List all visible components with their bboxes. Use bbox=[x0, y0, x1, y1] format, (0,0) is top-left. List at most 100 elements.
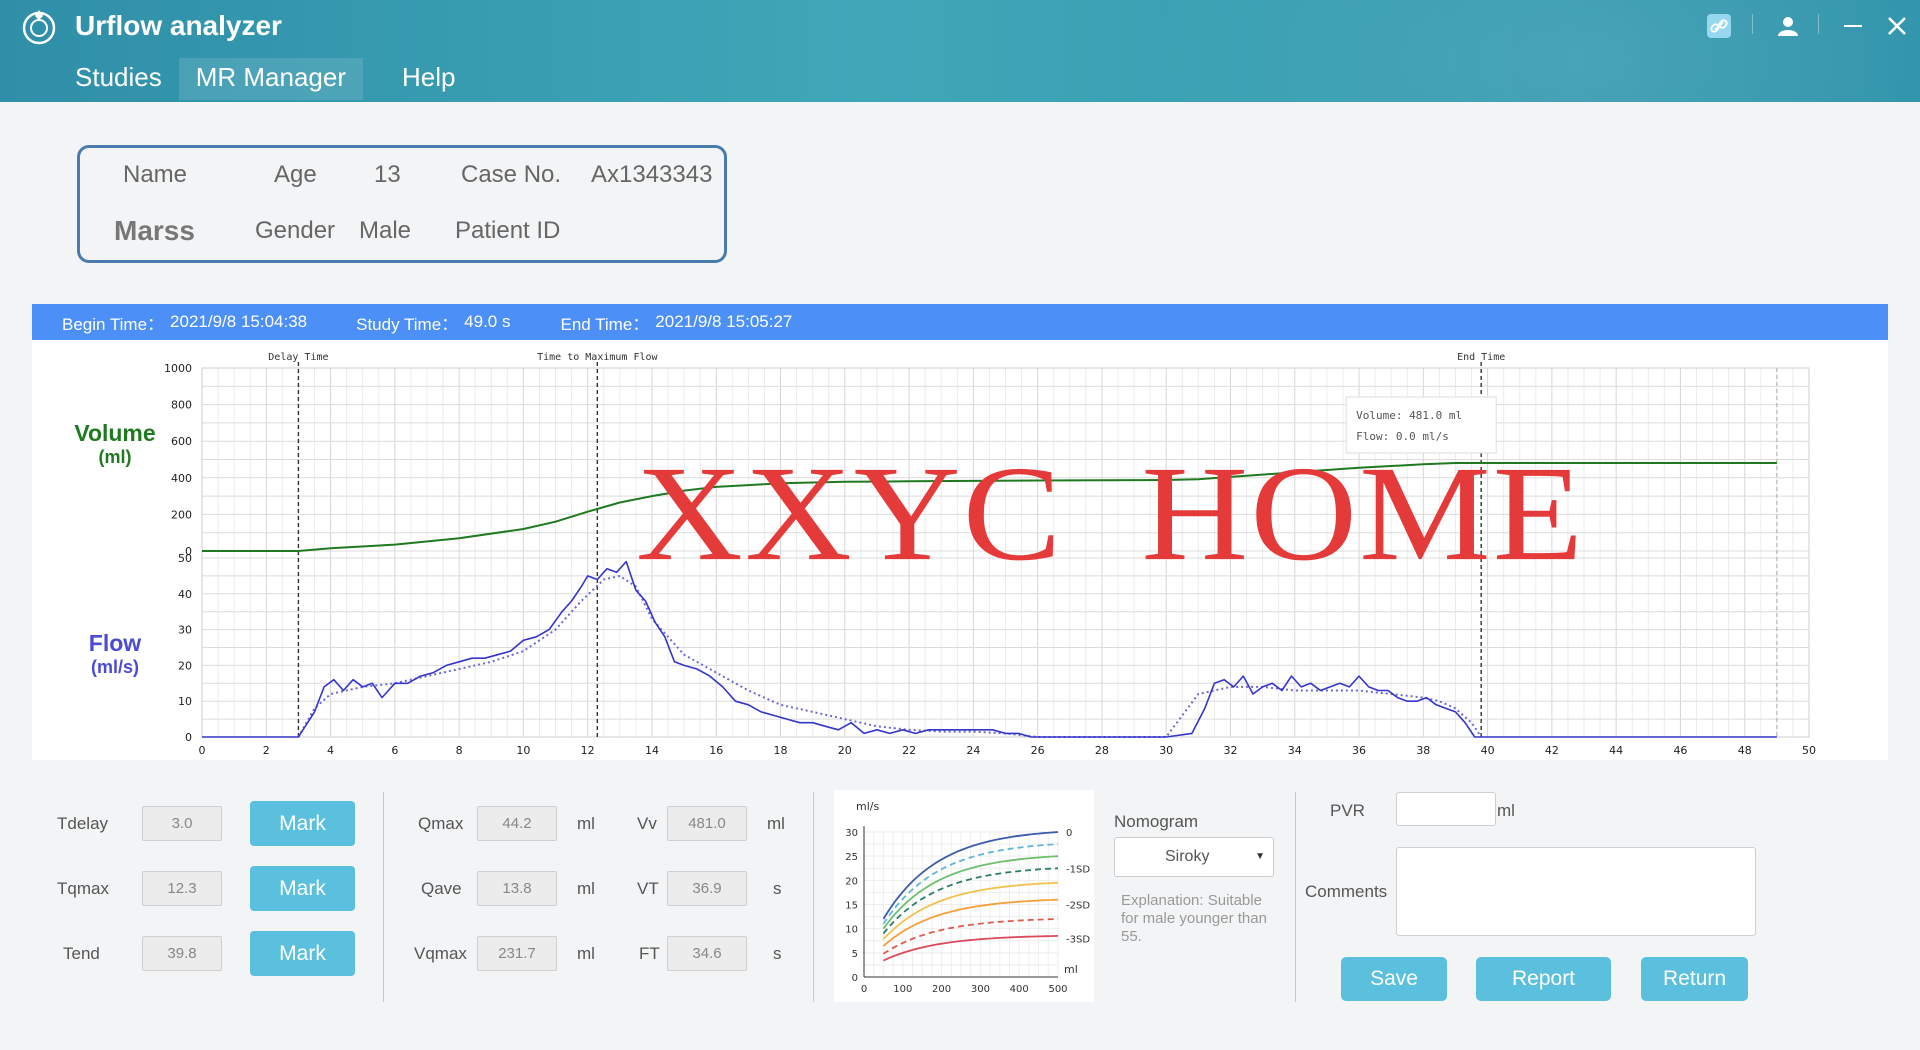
x-tick-label: 34 bbox=[1288, 744, 1302, 757]
nomogram-select-value: Siroky bbox=[1165, 848, 1210, 865]
save-button[interactable]: Save bbox=[1341, 957, 1447, 1001]
tdelay-mark-button[interactable]: Mark bbox=[250, 801, 355, 846]
nomogram-y-tick: 10 bbox=[845, 925, 858, 936]
user-icon[interactable] bbox=[1772, 8, 1804, 44]
tqmax-field[interactable]: 12.3 bbox=[142, 871, 222, 906]
nomogram-x-tick: 500 bbox=[1048, 984, 1067, 995]
tdelay-field[interactable]: 3.0 bbox=[142, 806, 222, 841]
x-tick-label: 8 bbox=[456, 744, 463, 757]
pvr-input[interactable] bbox=[1396, 792, 1496, 826]
tend-label: Tend bbox=[63, 944, 100, 963]
marker-label: Delay Time bbox=[268, 352, 328, 363]
main-menu: Studies MR Manager Help bbox=[58, 58, 473, 100]
patient-name: Marss bbox=[114, 215, 195, 246]
qmax-unit: ml bbox=[577, 814, 595, 833]
x-tick-label: 48 bbox=[1738, 744, 1752, 757]
nomogram-sd-label: -2SD bbox=[1066, 901, 1090, 912]
nomogram-x-tick: 300 bbox=[971, 984, 990, 995]
x-tick-label: 18 bbox=[774, 744, 788, 757]
marker-label: End Time bbox=[1457, 352, 1505, 363]
x-tick-label: 16 bbox=[709, 744, 723, 757]
x-tick-label: 44 bbox=[1609, 744, 1623, 757]
vqmax-field[interactable]: 231.7 bbox=[477, 936, 557, 971]
begin-time-label: Begin Time： bbox=[62, 314, 165, 334]
x-tick-label: 12 bbox=[581, 744, 595, 757]
gender-label: Gender bbox=[255, 217, 336, 244]
qave-label: Qave bbox=[421, 879, 462, 898]
qmax-label: Qmax bbox=[418, 814, 464, 833]
report-button[interactable]: Report bbox=[1476, 957, 1611, 1001]
pvr-unit: ml bbox=[1497, 801, 1515, 820]
study-info-bar: Begin Time： 2021/9/8 15:04:38 Study Time… bbox=[32, 304, 1888, 340]
study-time-label: Study Time： bbox=[356, 314, 459, 334]
nomogram-x-tick: 200 bbox=[932, 984, 951, 995]
nomogram-y-tick: 20 bbox=[845, 876, 858, 887]
menu-help[interactable]: Help bbox=[385, 58, 472, 100]
menu-studies[interactable]: Studies bbox=[58, 58, 179, 100]
nomogram-y-tick: 15 bbox=[845, 901, 858, 912]
tqmax-mark-button[interactable]: Mark bbox=[250, 866, 355, 911]
x-tick-label: 22 bbox=[902, 744, 916, 757]
flow-tick-label: 10 bbox=[178, 695, 192, 708]
tend-field[interactable]: 39.8 bbox=[142, 936, 222, 971]
pvr-label: PVR bbox=[1330, 801, 1365, 820]
divider bbox=[383, 792, 384, 1002]
tqmax-label: Tqmax bbox=[57, 879, 109, 898]
nomogram-y-tick: 30 bbox=[845, 828, 858, 839]
ft-field[interactable]: 34.6 bbox=[667, 936, 747, 971]
minimize-button[interactable] bbox=[1838, 8, 1868, 44]
tend-mark-button[interactable]: Mark bbox=[250, 931, 355, 976]
comments-textarea[interactable] bbox=[1396, 847, 1756, 936]
x-tick-label: 42 bbox=[1545, 744, 1559, 757]
app-logo-icon bbox=[22, 10, 56, 45]
gender-value: Male bbox=[359, 217, 412, 244]
nomogram-y-tick: 25 bbox=[845, 852, 858, 863]
close-button[interactable] bbox=[1882, 8, 1912, 44]
menu-mr-manager[interactable]: MR Manager bbox=[178, 58, 364, 100]
nomogram-select[interactable]: Siroky ▼ bbox=[1114, 837, 1274, 877]
dropdown-caret-icon: ▼ bbox=[1255, 851, 1265, 862]
volume-tick-label: 400 bbox=[171, 472, 192, 485]
vt-unit: s bbox=[773, 879, 782, 898]
vt-field[interactable]: 36.9 bbox=[667, 871, 747, 906]
flow-tick-label: 20 bbox=[178, 659, 192, 672]
x-tick-label: 4 bbox=[327, 744, 334, 757]
ft-label: FT bbox=[639, 944, 660, 963]
x-tick-label: 14 bbox=[645, 744, 659, 757]
divider bbox=[1818, 14, 1819, 34]
vqmax-unit: ml bbox=[577, 944, 595, 963]
flow-tick-label: 30 bbox=[178, 624, 192, 637]
nomogram-x-tick: 100 bbox=[893, 984, 912, 995]
name-label: Name bbox=[123, 161, 188, 188]
begin-time-value: 2021/9/8 15:04:38 bbox=[170, 312, 308, 331]
x-tick-label: 36 bbox=[1352, 744, 1366, 757]
x-tick-label: 28 bbox=[1095, 744, 1109, 757]
link-icon[interactable] bbox=[1703, 8, 1735, 44]
qave-unit: ml bbox=[577, 879, 595, 898]
flow-tick-label: 0 bbox=[185, 731, 192, 744]
uroflow-chart-panel: Volume (ml) Flow (ml/s) 0 200 400 600 800 100… bbox=[32, 340, 1888, 760]
qmax-field[interactable]: 44.2 bbox=[477, 806, 557, 841]
nomogram-y-tick: 0 bbox=[852, 973, 858, 984]
return-button[interactable]: Return bbox=[1641, 957, 1748, 1001]
end-time-value: 2021/9/8 15:05:27 bbox=[655, 312, 793, 331]
vt-label: VT bbox=[637, 879, 659, 898]
vv-unit: ml bbox=[767, 814, 785, 833]
study-time-value: 49.0 s bbox=[464, 312, 511, 331]
divider bbox=[1295, 792, 1296, 1002]
nomogram-sd-label: -1SD bbox=[1066, 864, 1090, 875]
x-tick-label: 10 bbox=[516, 744, 530, 757]
x-tick-label: 38 bbox=[1416, 744, 1430, 757]
nomogram-y-unit: ml/s bbox=[856, 800, 879, 813]
vv-label: Vv bbox=[637, 814, 657, 833]
qave-field[interactable]: 13.8 bbox=[477, 871, 557, 906]
x-tick-label: 6 bbox=[391, 744, 398, 757]
vv-field[interactable]: 481.0 bbox=[667, 806, 747, 841]
age-value: 13 bbox=[374, 161, 401, 188]
marker-label: Time to Maximum Flow bbox=[537, 352, 658, 363]
nomogram-label: Nomogram bbox=[1114, 812, 1199, 831]
age-label: Age bbox=[274, 161, 317, 188]
x-tick-label: 50 bbox=[1802, 744, 1816, 757]
nomogram-x-tick: 400 bbox=[1010, 984, 1029, 995]
x-tick-label: 30 bbox=[1159, 744, 1173, 757]
